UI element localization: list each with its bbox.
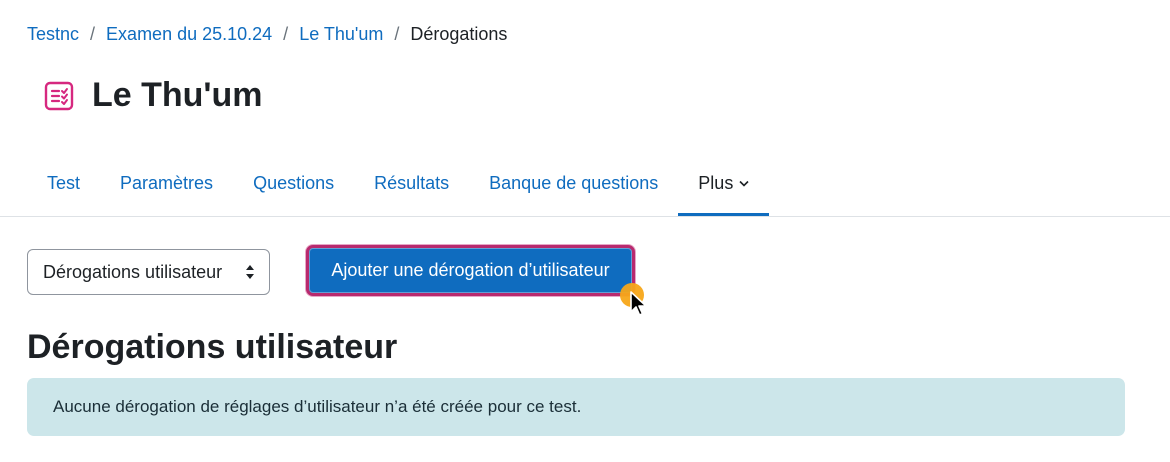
tab-plus[interactable]: Plus <box>678 150 770 216</box>
mouse-cursor-icon <box>630 291 647 316</box>
page-header: Le Thu'um <box>42 76 263 115</box>
tab-resultats[interactable]: Résultats <box>354 150 469 216</box>
tab-parametres[interactable]: Paramètres <box>100 150 233 216</box>
page-title: Le Thu'um <box>92 76 263 114</box>
add-user-override-button[interactable]: Ajouter une dérogation d’utilisateur <box>306 245 635 296</box>
tab-banque-de-questions[interactable]: Banque de questions <box>469 150 678 216</box>
section-heading: Dérogations utilisateur <box>27 328 398 366</box>
breadcrumb-current: Dérogations <box>410 23 508 44</box>
tab-plus-label: Plus <box>698 172 734 193</box>
breadcrumb-separator: / <box>283 23 289 44</box>
override-type-select-value: Dérogations utilisateur <box>43 261 223 282</box>
breadcrumb-link-course[interactable]: Testnc <box>27 24 79 45</box>
chevron-down-icon <box>739 176 749 190</box>
select-arrows-icon <box>245 264 255 280</box>
tab-test[interactable]: Test <box>27 150 100 216</box>
quiz-icon <box>42 79 76 113</box>
breadcrumb-separator: / <box>394 23 400 44</box>
tabs-divider <box>0 216 1170 217</box>
breadcrumb-link-quiz[interactable]: Le Thu'um <box>299 24 383 45</box>
info-alert: Aucune dérogation de réglages d’utilisat… <box>27 378 1125 436</box>
info-alert-message: Aucune dérogation de réglages d’utilisat… <box>53 397 582 416</box>
breadcrumb-link-section[interactable]: Examen du 25.10.24 <box>106 24 272 45</box>
breadcrumb-separator: / <box>90 23 96 44</box>
add-user-override-button-label: Ajouter une dérogation d’utilisateur <box>309 248 632 293</box>
breadcrumb: Testnc / Examen du 25.10.24 / Le Thu'um … <box>27 23 507 45</box>
tab-questions[interactable]: Questions <box>233 150 354 216</box>
override-type-select[interactable]: Dérogations utilisateur <box>27 249 270 295</box>
secondary-navigation: Test Paramètres Questions Résultats Banq… <box>27 150 770 216</box>
